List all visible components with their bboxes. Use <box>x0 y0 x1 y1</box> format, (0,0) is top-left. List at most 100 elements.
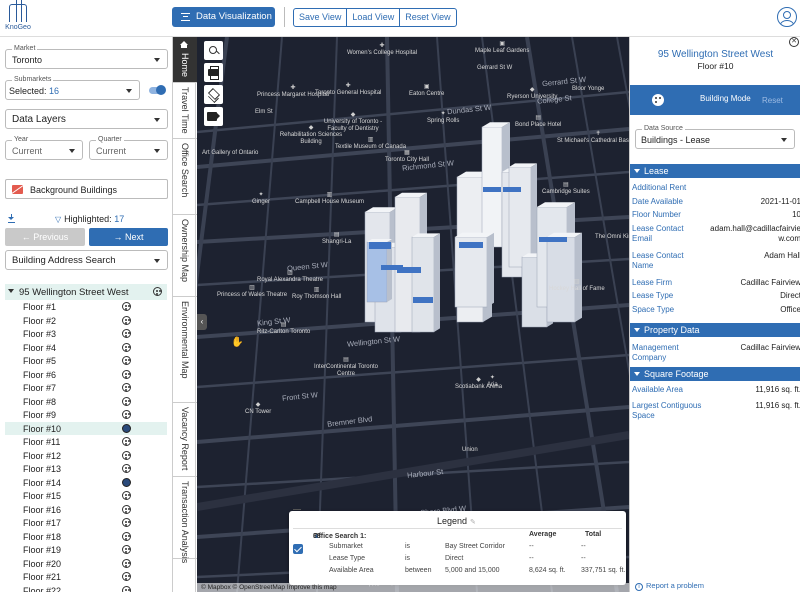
building-3d[interactable] <box>508 163 537 268</box>
section-header[interactable]: Lease <box>630 164 800 178</box>
floor-row[interactable]: Floor #1 <box>5 300 167 314</box>
floor-row[interactable]: Floor #18 <box>5 530 167 544</box>
palette-icon[interactable] <box>122 410 131 419</box>
section-header[interactable]: Square Footage <box>630 367 800 381</box>
market-select[interactable]: Market Toronto <box>5 45 168 69</box>
load-view-button[interactable]: Load View <box>347 9 401 26</box>
map-poi-label[interactable]: ✚ Toronto General Hospital <box>315 83 381 97</box>
palette-icon[interactable] <box>122 558 131 568</box>
map-poi-label[interactable]: Elm St <box>255 109 273 116</box>
highlighted-floor[interactable] <box>459 242 483 248</box>
palette-icon[interactable] <box>652 94 664 106</box>
floor-row[interactable]: Floor #10 <box>5 421 167 435</box>
palette-icon[interactable] <box>122 491 131 500</box>
map-poi-label[interactable]: ✝St Michael's Cathedral Basilica <box>557 131 629 145</box>
label-tag-button[interactable] <box>204 107 223 126</box>
knogeo-logo[interactable]: KnoGeo <box>5 0 31 34</box>
submarkets-select[interactable]: Submarkets Selected: 16 <box>5 76 140 100</box>
highlighted-floor[interactable] <box>503 187 521 192</box>
reset-view-button[interactable]: Reset View <box>400 9 455 26</box>
floor-row[interactable]: Floor #5 <box>5 354 167 368</box>
reset-button[interactable]: Reset <box>762 96 783 105</box>
map-view[interactable]: ✚ Women's College Hospital ▣ Maple Leaf Gar… <box>197 37 629 592</box>
floor-row[interactable]: Floor #13 <box>5 462 167 476</box>
tab-travel-time[interactable]: Travel Time <box>173 83 197 139</box>
palette-icon[interactable] <box>122 572 131 581</box>
collapse-legend-icon[interactable] <box>293 509 301 510</box>
highlighted-floor[interactable] <box>381 265 403 270</box>
next-button[interactable]: → Next <box>89 228 168 246</box>
floor-row[interactable]: Floor #14 <box>5 476 167 490</box>
map-poi-label[interactable]: ✚ Women's College Hospital <box>347 43 417 57</box>
floor-row[interactable]: Floor #12 <box>5 449 167 463</box>
download-icon[interactable] <box>8 214 15 223</box>
highlighted-floor[interactable] <box>483 187 501 192</box>
building-3d[interactable] <box>411 233 440 333</box>
floor-row[interactable]: Floor #17 <box>5 516 167 530</box>
submarkets-toggle[interactable] <box>149 85 166 95</box>
tab-environmental-map[interactable]: Environmental Map <box>173 297 197 403</box>
highlighted-floor[interactable] <box>369 242 391 249</box>
palette-icon[interactable] <box>122 450 131 460</box>
floor-row[interactable]: Floor #22 <box>5 584 167 592</box>
palette-icon[interactable] <box>153 287 162 296</box>
map-poi-label[interactable]: Art Gallery of Ontario <box>202 150 258 157</box>
map-poi-label[interactable]: ✦ Ginger <box>252 192 270 206</box>
palette-icon[interactable] <box>122 329 131 338</box>
color-swatch-icon[interactable] <box>122 477 131 487</box>
tab-office-search[interactable]: Office Search <box>173 139 197 215</box>
floor-row[interactable]: Floor #19 <box>5 543 167 557</box>
map-attribution[interactable]: © Mapbox © OpenStreetMap Improve this ma… <box>197 583 629 592</box>
map-poi-label[interactable]: Union <box>462 447 478 454</box>
floor-row[interactable]: Floor #11 <box>5 435 167 449</box>
tab-transaction-analysis[interactable]: Transaction Analysis <box>173 477 197 563</box>
background-buildings-button[interactable]: Background Buildings <box>5 179 168 199</box>
highlighted-floor[interactable] <box>539 237 567 242</box>
tab-vacancy-report[interactable]: Vacancy Report <box>173 403 197 477</box>
user-account-icon[interactable] <box>777 7 797 27</box>
floor-row[interactable]: Floor #9 <box>5 408 167 422</box>
map-poi-label[interactable]: Bloor Yonge <box>572 86 604 93</box>
map-poi-label[interactable]: ▤ Cambridge Suites <box>542 182 590 196</box>
building-mode-button[interactable]: Building Mode <box>700 94 751 103</box>
section-header[interactable]: Property Data <box>630 323 800 337</box>
previous-button[interactable]: ← Previous <box>5 228 85 246</box>
palette-icon[interactable] <box>122 437 131 446</box>
map-poi-label[interactable]: ◆ CN Tower <box>245 402 271 416</box>
floor-row[interactable]: Floor #2 <box>5 314 167 328</box>
map-poi-label[interactable]: ▥ Roy Thomson Hall <box>292 287 341 301</box>
floor-row[interactable]: Floor #15 <box>5 489 167 503</box>
save-view-button[interactable]: Save View <box>294 9 348 26</box>
palette-icon[interactable] <box>122 518 131 527</box>
palette-icon[interactable] <box>122 315 131 325</box>
map-poi-label[interactable]: ▤The Omni King Edward Hotel <box>595 227 629 241</box>
map-poi-label[interactable]: Gerrard St W <box>477 65 512 72</box>
floor-row[interactable]: Floor #4 <box>5 341 167 355</box>
highlighted-floor[interactable] <box>413 297 433 303</box>
collapse-panel-handle[interactable]: ‹ <box>197 314 207 330</box>
tab-home[interactable]: Home <box>173 37 197 83</box>
palette-icon[interactable] <box>122 369 131 379</box>
floor-row[interactable]: Floor #16 <box>5 503 167 517</box>
close-icon[interactable]: ✕ <box>789 37 799 47</box>
map-search-button[interactable] <box>204 41 223 60</box>
data-visualization-button[interactable]: Data Visualization <box>172 7 275 27</box>
color-swatch-icon[interactable] <box>122 423 131 433</box>
palette-icon[interactable] <box>122 585 131 592</box>
map-poi-label[interactable]: ▥ Campbell House Museum <box>295 192 364 206</box>
palette-icon[interactable] <box>122 504 131 514</box>
building-address-search[interactable]: Building Address Search <box>5 250 168 270</box>
map-poi-label[interactable]: ▥ Textile Museum of Canada <box>335 137 406 151</box>
map-poi-label[interactable]: ▤ InterContinental Toronto Centre <box>312 357 380 378</box>
map-poi-label[interactable]: ▤ Shangri-La <box>322 232 351 246</box>
year-select[interactable]: Year Current <box>5 136 83 160</box>
print-button[interactable] <box>204 63 223 82</box>
building-3d[interactable] <box>546 232 582 323</box>
building-tree-row[interactable]: 95 Wellington Street West <box>5 284 167 300</box>
tab-ownership-map[interactable]: Ownership Map <box>173 215 197 297</box>
map-poi-label[interactable]: ✦ Aria <box>487 375 498 389</box>
floor-row[interactable]: Floor #6 <box>5 368 167 382</box>
layers-button[interactable] <box>204 85 223 104</box>
report-problem-link[interactable]: i Report a problem <box>635 581 704 591</box>
quarter-select[interactable]: Quarter Current <box>89 136 168 160</box>
